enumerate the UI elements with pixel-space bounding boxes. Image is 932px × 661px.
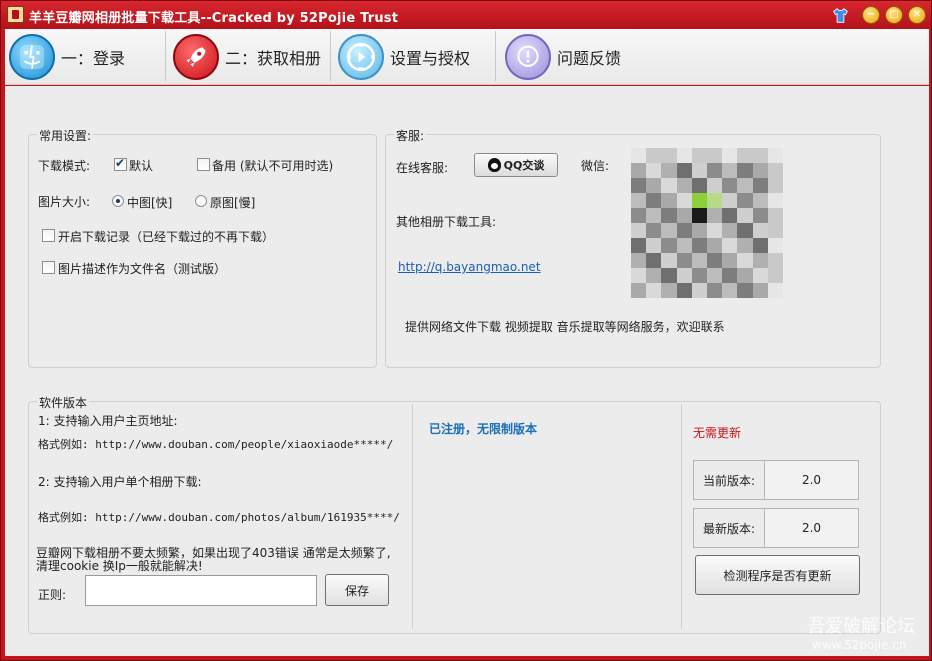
watermark-url: www.52pojie.cn [812,638,907,652]
divider [681,404,682,629]
common-settings-title: 常用设置: [37,127,94,144]
title-bar[interactable]: 羊羊豆瓣网相册批量下载工具--Cracked by 52Pojie Trust … [1,1,931,29]
watermark-title: 吾爱破解论坛 [807,616,915,637]
backup-mode-checkbox[interactable] [197,158,210,171]
app-icon [7,6,24,23]
rocket-icon [173,33,219,80]
main-content: 常用设置: 下载模式: 默认 备用 (默认不可用时选) 图片大小: 中图[快] … [5,86,929,656]
bayangmao-link[interactable]: http://q.bayangmao.net [398,260,541,274]
login-finder-icon [9,33,55,80]
tab-separator [330,31,331,81]
divider [412,404,413,629]
latest-version-label: 最新版本: [693,508,765,548]
download-mode-label: 下载模式: [38,159,91,173]
medium-size-label: 中图[快] [127,196,173,210]
check-update-button[interactable]: 检测程序是否有更新 [695,555,860,595]
tab-toolbar: 一：登录 二：获取相册 设置与授权 问题反馈 [5,29,929,85]
tab-settings[interactable]: 设置与授权 [338,29,470,84]
support-user-line: 1: 支持输入用户主页地址: [38,414,178,428]
wechat-qr-code [631,148,783,298]
latest-version-value: 2.0 [764,508,859,548]
current-version-label: 当前版本: [693,460,765,500]
tab-settings-label: 设置与授权 [390,48,471,68]
tab-separator [495,31,496,81]
save-button[interactable]: 保存 [325,574,389,606]
other-tools-label: 其他相册下载工具: [396,215,497,229]
tab-login-label: 一：登录 [61,48,126,68]
close-button[interactable]: ✕ [908,6,926,24]
medium-size-radio[interactable] [112,195,124,207]
warning-line-2: 清理cookie 换Ip一般就能解决! [36,559,203,573]
tab-feedback[interactable]: 问题反馈 [505,29,621,84]
support-album-line: 2: 支持输入用户单个相册下载: [38,475,202,489]
user-url-example: 格式例如: http://www.douban.com/people/xiaox… [38,438,394,451]
services-description: 提供网络文件下载 视频提取 音乐提取等网络服务，欢迎联系 [405,320,725,334]
media-control-icon [338,33,384,80]
app-window: 羊羊豆瓣网相册批量下载工具--Cracked by 52Pojie Trust … [0,0,932,661]
download-record-label: 开启下载记录（已经下载过的不再下载） [58,230,275,244]
qq-penguin-icon [487,158,501,172]
tab-get-album-label: 二：获取相册 [225,48,322,68]
desc-filename-label: 图片描述作为文件名（测试版） [58,262,227,276]
image-size-label: 图片大小: [38,195,91,209]
maximize-button[interactable]: □ [885,6,903,24]
wechat-label: 微信: [581,159,610,173]
original-size-radio[interactable] [195,195,207,207]
window-title: 羊羊豆瓣网相册批量下载工具--Cracked by 52Pojie Trust [29,11,399,26]
qq-chat-button[interactable]: QQ交谈 [474,153,558,177]
minimize-button[interactable]: − [862,6,880,24]
current-version-value: 2.0 [764,460,859,500]
download-record-checkbox[interactable] [42,229,55,242]
exclamation-icon [505,33,551,80]
desc-filename-checkbox[interactable] [42,261,55,274]
tab-get-album[interactable]: 二：获取相册 [173,29,321,84]
version-title: 软件版本 [37,394,90,411]
skin-shirt-icon[interactable] [831,6,849,24]
update-status: 无需更新 [693,426,742,440]
qq-chat-label: QQ交谈 [503,159,545,172]
album-url-example: 格式例如: http://www.douban.com/photos/album… [38,511,400,524]
tab-feedback-label: 问题反馈 [557,48,622,68]
tab-separator [165,31,166,81]
tab-login[interactable]: 一：登录 [9,29,125,84]
service-title: 客服: [394,127,427,144]
backup-mode-label: 备用 (默认不可用时选) [212,159,334,173]
default-mode-checkbox[interactable] [114,156,127,171]
registered-status: 已注册，无限制版本 [429,422,538,436]
original-size-label: 原图[慢] [210,196,256,210]
regex-input[interactable] [85,575,317,606]
default-mode-label: 默认 [129,159,154,173]
regex-label: 正则: [38,588,67,602]
online-service-label: 在线客服: [396,161,449,175]
